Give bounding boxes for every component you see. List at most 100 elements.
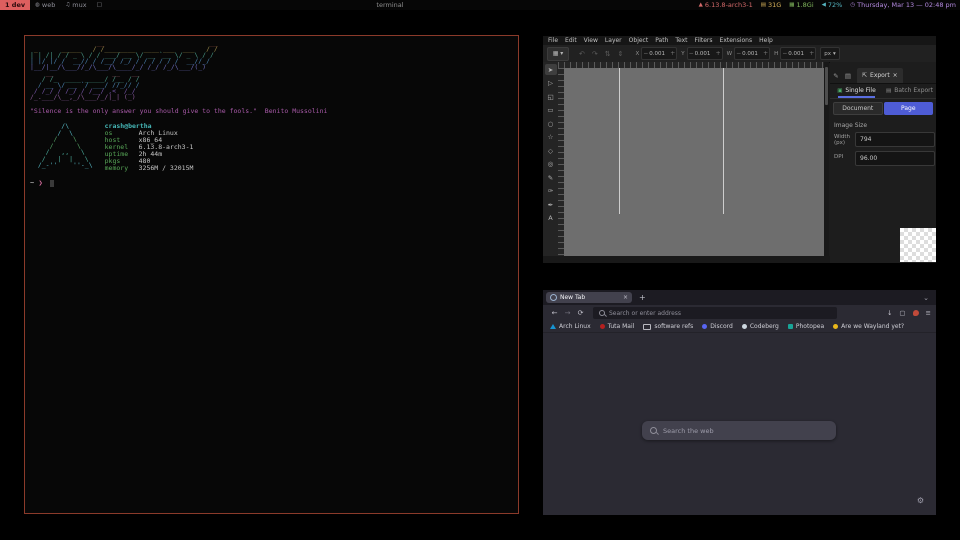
inkscape-toolbox: ➤ ▷ ◱ ▭ ○ ☆ ◇ ◎ ✎ ✑ ✒ A bbox=[543, 62, 558, 256]
menu-edit[interactable]: Edit bbox=[565, 37, 577, 44]
arch-ascii-logo: /\ / \ / \ / \ / ,, \ / | | \ /_-'' ''-_… bbox=[30, 123, 93, 172]
disk-status-text: 31G bbox=[768, 1, 781, 9]
download-icon[interactable]: ↓ bbox=[887, 309, 892, 317]
browser-tab-active[interactable]: New Tab × bbox=[546, 292, 632, 303]
menu-view[interactable]: View bbox=[584, 37, 598, 44]
single-file-icon: ▣ bbox=[837, 88, 842, 94]
pencil-tool[interactable]: ✎ bbox=[545, 172, 557, 183]
plus-icon[interactable]: + bbox=[762, 50, 769, 57]
terminal-window[interactable]: __ __ _ _____ / /________ ____ ___ ___ /… bbox=[24, 35, 519, 514]
menu-file[interactable]: File bbox=[548, 37, 558, 44]
workspace-4[interactable]: □ bbox=[92, 0, 107, 10]
layers-icon[interactable]: ▤ bbox=[842, 72, 854, 80]
bookmark-favicon bbox=[550, 324, 556, 329]
disk-status: ▤31G bbox=[761, 1, 782, 9]
shape-builder-tool[interactable]: ◱ bbox=[545, 91, 557, 102]
field-label-x: X bbox=[636, 51, 640, 57]
box3d-tool[interactable]: ◇ bbox=[545, 145, 557, 156]
personalize-gear-icon[interactable]: ⚙ bbox=[917, 496, 924, 505]
fetch-output: /\ / \ / \ / \ / ,, \ / | | \ /_-'' ''-_… bbox=[30, 123, 514, 172]
workspace-1[interactable]: 1 dev bbox=[0, 0, 30, 10]
bookmark-photopea[interactable]: Photopea bbox=[788, 323, 824, 330]
menu-path[interactable]: Path bbox=[655, 37, 668, 44]
clock-status-text: Thursday, Mar 13 — 02:48 pm bbox=[857, 1, 956, 9]
field-x[interactable]: −0.001+ bbox=[641, 47, 677, 60]
urlbar-placeholder: Search or enter address bbox=[609, 310, 681, 317]
plus-icon[interactable]: + bbox=[669, 50, 676, 57]
bookmark-codeberg[interactable]: Codeberg bbox=[742, 323, 779, 330]
ublock-icon[interactable] bbox=[913, 310, 919, 316]
inkscape-window[interactable]: File Edit View Layer Object Path Text Filters Ex… bbox=[543, 36, 936, 263]
forward-button[interactable]: → bbox=[561, 309, 574, 317]
close-icon[interactable]: × bbox=[893, 72, 898, 79]
tab-single-file[interactable]: ▣ Single File bbox=[830, 83, 883, 98]
pen-tool[interactable]: ✑ bbox=[545, 186, 557, 197]
menu-text[interactable]: Text bbox=[675, 37, 687, 44]
bookmark-software-refs[interactable]: software refs bbox=[643, 323, 693, 330]
text-tool[interactable]: A bbox=[545, 213, 557, 224]
scrollbar-thumb[interactable] bbox=[825, 67, 828, 105]
field-h[interactable]: −0.001+ bbox=[780, 47, 816, 60]
field-w[interactable]: −0.001+ bbox=[734, 47, 770, 60]
shell-prompt[interactable]: ~ ❯ bbox=[30, 179, 514, 187]
newtab-search-box[interactable]: Search the web bbox=[642, 421, 836, 440]
close-tab-icon[interactable]: × bbox=[623, 294, 628, 301]
inkscape-canvas[interactable] bbox=[564, 68, 824, 256]
draw-icon[interactable]: ✎ bbox=[830, 72, 842, 80]
bookmark-label: Discord bbox=[710, 323, 733, 330]
menu-filters[interactable]: Filters bbox=[695, 37, 713, 44]
export-panel: ✎ ▤ ⇱ Export × ▣ Single File ▤ Batch Exp… bbox=[830, 62, 936, 263]
unit-dropdown[interactable]: px▾ bbox=[820, 47, 840, 60]
workspace-icon: ◍ bbox=[35, 2, 40, 8]
selector-tool[interactable]: ➤ bbox=[545, 64, 557, 75]
document-button[interactable]: Document bbox=[833, 102, 883, 115]
plus-icon[interactable]: + bbox=[715, 50, 722, 57]
globe-icon bbox=[550, 294, 557, 301]
selection-mode-dropdown[interactable]: ▦ ▾ bbox=[547, 47, 569, 61]
new-tab-button[interactable]: + bbox=[639, 293, 646, 302]
dpi-input[interactable]: 96.00 bbox=[855, 151, 935, 166]
star-tool[interactable]: ☆ bbox=[545, 132, 557, 143]
field-label-h: H bbox=[774, 51, 778, 57]
workspace-3[interactable]: ♫mux bbox=[60, 0, 91, 10]
menu-object[interactable]: Object bbox=[629, 37, 649, 44]
calligraphy-tool[interactable]: ✒ bbox=[545, 199, 557, 210]
plus-icon[interactable]: + bbox=[808, 50, 815, 57]
batch-export-label: Batch Export bbox=[894, 87, 933, 94]
transform-icon[interactable]: ⇕ bbox=[618, 50, 624, 58]
field-y[interactable]: −0.001+ bbox=[687, 47, 723, 60]
rect-tool[interactable]: ▭ bbox=[545, 105, 557, 116]
node-tool[interactable]: ▷ bbox=[545, 78, 557, 89]
browser-window[interactable]: New Tab × + ⌄ ← → ⟳ Search or enter addr… bbox=[543, 290, 936, 515]
ellipse-tool[interactable]: ○ bbox=[545, 118, 557, 129]
url-bar[interactable]: Search or enter address bbox=[593, 307, 837, 319]
extensions-icon[interactable]: ▢ bbox=[899, 309, 905, 317]
reload-button[interactable]: ⟳ bbox=[574, 309, 587, 317]
transform-icon[interactable]: ⇅ bbox=[605, 50, 611, 58]
export-dock-tab[interactable]: ⇱ Export × bbox=[857, 68, 903, 83]
page-button[interactable]: Page bbox=[884, 102, 934, 115]
width-input[interactable]: 794 bbox=[855, 132, 935, 147]
minus-icon[interactable]: − bbox=[781, 50, 788, 57]
menu-help[interactable]: Help bbox=[759, 37, 773, 44]
bookmark-are-we-wayland-yet-[interactable]: Are we Wayland yet? bbox=[833, 323, 904, 330]
minus-icon[interactable]: − bbox=[642, 50, 649, 57]
minus-icon[interactable]: − bbox=[735, 50, 742, 57]
back-button[interactable]: ← bbox=[548, 309, 561, 317]
bookmark-discord[interactable]: Discord bbox=[702, 323, 733, 330]
search-icon bbox=[599, 310, 605, 316]
list-tabs-icon[interactable]: ⌄ bbox=[923, 294, 929, 302]
menu-extensions[interactable]: Extensions bbox=[720, 37, 753, 44]
menu-icon[interactable]: ≡ bbox=[926, 309, 931, 317]
workspace-2[interactable]: ◍web bbox=[30, 0, 60, 10]
fetch-info: crash@bertha osArch Linuxhostx86_64kerne… bbox=[105, 123, 194, 172]
transform-icon[interactable]: ↶ bbox=[579, 50, 585, 58]
spiral-tool[interactable]: ◎ bbox=[545, 159, 557, 170]
bookmark-tuta-mail[interactable]: Tuta Mail bbox=[600, 323, 635, 330]
transform-icon[interactable]: ↷ bbox=[592, 50, 598, 58]
tab-batch-export[interactable]: ▤ Batch Export bbox=[883, 83, 936, 98]
bookmark-arch-linux[interactable]: Arch Linux bbox=[550, 323, 591, 330]
menu-layer[interactable]: Layer bbox=[605, 37, 622, 44]
canvas-scrollbar[interactable] bbox=[824, 62, 829, 256]
minus-icon[interactable]: − bbox=[688, 50, 695, 57]
